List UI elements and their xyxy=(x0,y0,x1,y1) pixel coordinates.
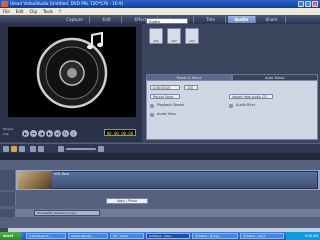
menu-file[interactable]: File xyxy=(0,8,13,15)
title-clip[interactable]: Apps | Photo xyxy=(106,198,148,204)
app-icon xyxy=(1,1,8,7)
video-clip-thumbnail xyxy=(18,171,52,189)
timecode-display[interactable]: 00:00:00:00 xyxy=(104,129,136,136)
menu-bar: File Edit Clip Tools ? xyxy=(0,8,320,15)
audio-thumb-a02[interactable]: A02 xyxy=(167,28,181,44)
step-share[interactable]: Share xyxy=(258,16,286,23)
task-ulead[interactable]: Untitled - Ulea... xyxy=(146,233,190,239)
window-titlebar: Ulead VideoStudio [Untitled, DVD PAL 720… xyxy=(0,0,320,8)
audio-track-header xyxy=(0,209,16,217)
task-adobe-reader[interactable]: Adobe Reade... xyxy=(68,233,108,239)
audio-clip[interactable]: Sample05_Ambience.mpa xyxy=(34,210,100,216)
storyboard-view-icon[interactable] xyxy=(3,146,9,152)
maximize-button[interactable]: □ xyxy=(305,1,311,7)
timeline-toolbar xyxy=(0,143,320,153)
speaker-music-icon xyxy=(36,31,108,109)
library-dropdown[interactable]: Audio xyxy=(146,18,188,24)
system-tray: 9:30 AM xyxy=(286,232,320,240)
menu-clip[interactable]: Clip xyxy=(26,8,40,15)
zoom-in-icon[interactable] xyxy=(98,146,104,152)
play-icon[interactable]: ▶ xyxy=(22,130,29,137)
close-button[interactable]: × xyxy=(312,1,318,7)
menu-help[interactable]: ? xyxy=(56,8,64,15)
step-title[interactable]: Title xyxy=(196,16,226,23)
preview-screen xyxy=(8,27,136,117)
duration-field[interactable]: 0:00:03:00 xyxy=(150,85,180,90)
zoom-out-icon[interactable] xyxy=(58,146,64,152)
task-windows-explorer[interactable]: 4 Windows E... xyxy=(26,233,66,239)
audio-view-option[interactable]: Audio View xyxy=(150,112,176,117)
menu-edit[interactable]: Edit xyxy=(13,8,27,15)
task-paint[interactable]: UIt - Paint xyxy=(110,233,144,239)
minimize-button[interactable]: _ xyxy=(298,1,304,7)
home-icon[interactable]: ⏮ xyxy=(30,130,37,137)
task-untitled-paint[interactable]: Untitled - Paint xyxy=(240,233,284,239)
repeat-icon[interactable]: ↻ xyxy=(62,130,69,137)
timeline-view-icon[interactable] xyxy=(11,146,17,152)
thumb-label: A03 xyxy=(189,39,195,43)
volume-icon[interactable]: ♪ xyxy=(70,130,77,137)
zoom-slider[interactable] xyxy=(66,148,96,150)
window-title: Ulead VideoStudio [Untitled, DVD PAL 720… xyxy=(10,1,124,6)
thumb-label: A01 xyxy=(153,39,159,43)
clock: 9:30 AM xyxy=(304,234,318,238)
video-clip-label: V01.flow xyxy=(54,172,70,176)
video-track-header xyxy=(0,170,16,190)
menu-tools[interactable]: Tools xyxy=(40,8,56,15)
next-frame-icon[interactable]: ▶ xyxy=(46,130,53,137)
task-notepad[interactable]: Untitled - Notep... xyxy=(192,233,238,239)
record-voice-button[interactable]: Record Voice xyxy=(150,94,180,99)
music-voice-options: 0:00:03:00 100 Record Voice Import from … xyxy=(146,80,318,140)
step-capture[interactable]: Capture xyxy=(60,16,90,23)
undo-icon[interactable] xyxy=(30,146,36,152)
audio-thumb-a03[interactable]: A03 xyxy=(185,28,199,44)
prev-frame-icon[interactable]: ◀ xyxy=(38,130,45,137)
thumb-label: A02 xyxy=(171,39,177,43)
audio-view-icon[interactable] xyxy=(19,146,25,152)
title-track-header xyxy=(0,192,16,206)
timeline-ruler[interactable] xyxy=(0,153,320,160)
audio-filter-option[interactable]: Audio Filter xyxy=(229,103,255,108)
redo-icon[interactable] xyxy=(38,146,44,152)
import-cd-button[interactable]: Import from Audio CD xyxy=(229,94,273,99)
playback-speed-option[interactable]: Playback Speed xyxy=(150,103,184,108)
step-audio[interactable]: Audio xyxy=(228,16,256,23)
audio-thumb-a01[interactable]: A01 xyxy=(149,28,163,44)
end-icon[interactable]: ⏭ xyxy=(54,130,61,137)
start-button[interactable]: start xyxy=(0,232,22,240)
step-edit[interactable]: Edit xyxy=(92,16,122,23)
volume-field[interactable]: 100 xyxy=(184,85,198,90)
